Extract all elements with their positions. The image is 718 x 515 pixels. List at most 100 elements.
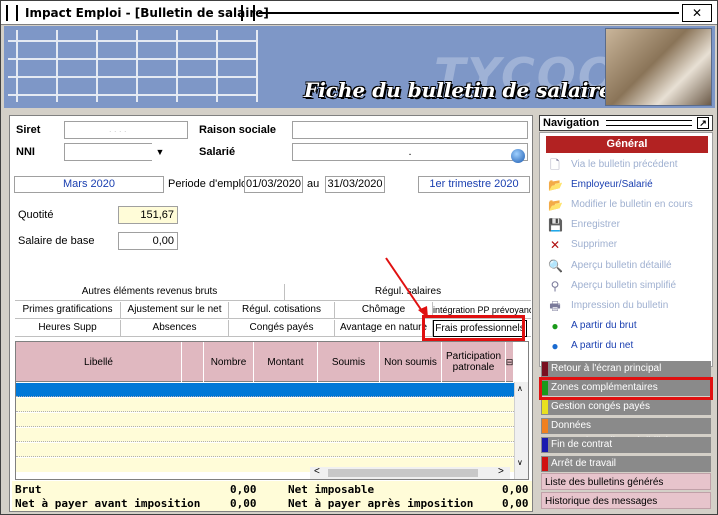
month-field[interactable]: Mars 2020 — [14, 176, 164, 193]
bulletin-form: Siret . . . . Raison sociale NNI ▼ Salar… — [9, 115, 533, 512]
nav-item-1[interactable]: 📂 Employeur/Salarié — [546, 176, 712, 194]
column-chooser-icon[interactable]: ⊟ — [506, 342, 514, 382]
quotite-input[interactable]: 151,67 — [118, 206, 178, 224]
refresh-icon[interactable] — [511, 149, 525, 163]
nav-item-2[interactable]: 📂 Modifier le bulletin en cours — [546, 196, 712, 214]
nav-item-label: Impression du bulletin — [571, 300, 669, 311]
siret-input[interactable]: . . . . — [64, 121, 188, 139]
col-soumis[interactable]: Soumis — [318, 342, 380, 382]
historique-messages-button[interactable]: Historique des messages — [541, 492, 711, 509]
zone-button-2[interactable]: Gestion congés payés — [541, 399, 711, 415]
nav-item-5[interactable]: 🔍 Aperçu bulletin détaillé — [546, 257, 712, 275]
periode-label: Periode d'emploi — [168, 178, 250, 190]
folder-icon: 📂 — [548, 178, 563, 192]
zone-color-bar — [542, 400, 548, 414]
title-bar: Impact Emploi - [Bulletin de salaire] ✕ — [1, 1, 717, 25]
salarie-input[interactable]: . — [292, 143, 528, 161]
tab-conges-payes[interactable]: Congés payés — [229, 320, 335, 337]
scroll-down-icon[interactable]: ∨ — [517, 458, 523, 467]
scroll-left-icon[interactable]: < — [314, 466, 320, 477]
scroll-up-icon[interactable]: ∧ — [517, 384, 523, 393]
vertical-scrollbar[interactable]: ∧ ∨ — [514, 382, 528, 479]
navigation-panel: Navigation ↗ Général 🗋 Via le bulletin pr… — [539, 115, 713, 512]
zone-button-4[interactable]: Fin de contrat — [541, 437, 711, 453]
tab-regul-cotisations[interactable]: Régul. cotisations — [229, 302, 335, 319]
trimestre-field[interactable]: 1er trimestre 2020 — [418, 176, 530, 193]
arrow-annotation — [385, 257, 428, 318]
scroll-right-icon[interactable]: > — [498, 466, 504, 477]
window-title: Impact Emploi - [Bulletin de salaire] — [25, 6, 269, 20]
col-nombre[interactable]: Nombre — [204, 342, 254, 382]
nav-item-label: A partir du net — [571, 340, 634, 351]
nav-item-3[interactable]: 💾 Enregistrer — [546, 216, 712, 234]
table-row[interactable] — [16, 443, 514, 457]
salaire-base-input[interactable]: 0,00 — [118, 232, 178, 250]
date-to-input[interactable]: 31/03/2020 — [325, 176, 385, 193]
col-participation[interactable]: Participation patronale — [442, 342, 506, 382]
liste-bulletins-button[interactable]: Liste des bulletins générés — [541, 473, 711, 490]
horizontal-scrollbar[interactable]: < > — [310, 466, 510, 479]
brut-label: Brut — [15, 483, 42, 496]
tab-absences[interactable]: Absences — [121, 320, 229, 337]
siret-label: Siret — [16, 124, 41, 136]
col-montant[interactable]: Montant — [254, 342, 318, 382]
header-banner: TYCOON Fiche du bulletin de salaire — [4, 26, 715, 108]
tab-row-1: Autres éléments revenus bruts Régul. sal… — [15, 284, 531, 301]
nav-item-label: Supprimer — [571, 239, 618, 250]
delete-icon: ✕ — [549, 238, 561, 252]
net-imposable-value: 0,00 — [502, 483, 529, 496]
nav-item-4[interactable]: ✕ Supprimer — [546, 236, 712, 254]
col-non-soumis[interactable]: Non soumis — [380, 342, 442, 382]
window-grip — [6, 5, 18, 21]
nni-dropdown-icon[interactable]: ▼ — [152, 143, 168, 161]
zone-label: Retour à l'écran principal — [551, 363, 662, 374]
lines-table: Libellé Nombre Montant Soumis Non soumis… — [15, 341, 529, 480]
section-general: Général — [546, 136, 708, 153]
app-window: Impact Emploi - [Bulletin de salaire] ✕ … — [0, 0, 718, 515]
net-imposable-label: Net imposable — [288, 483, 375, 496]
col-blank[interactable] — [182, 342, 204, 382]
nav-item-label: Modifier le bulletin en cours — [571, 199, 693, 210]
raison-sociale-label: Raison sociale — [199, 124, 277, 136]
nav-item-9[interactable]: ● A partir du net — [546, 337, 712, 355]
net-apres-label: Net à payer après imposition — [288, 497, 474, 510]
folder-icon: 📂 — [548, 198, 563, 212]
pin-icon[interactable]: ↗ — [697, 117, 709, 129]
tab-primes[interactable]: Primes gratifications — [15, 302, 121, 319]
save-icon: 💾 — [548, 218, 563, 232]
close-button[interactable]: ✕ — [682, 4, 712, 22]
net-avant-value: 0,00 — [230, 497, 257, 510]
preview-icon: 🔍 — [548, 259, 563, 273]
zone-button-0[interactable]: Retour à l'écran principal — [541, 361, 711, 377]
table-row[interactable] — [16, 413, 514, 427]
table-row[interactable] — [16, 398, 514, 412]
navigation-grip — [606, 120, 692, 126]
col-libelle[interactable]: Libellé — [16, 342, 182, 382]
tab-autres-elements[interactable]: Autres éléments revenus bruts — [15, 284, 285, 301]
zone-label: Gestion congés payés — [551, 401, 650, 412]
printer-icon: 🖶 — [549, 299, 561, 313]
nav-item-7[interactable]: 🖶 Impression du bulletin — [546, 297, 712, 315]
nav-item-6[interactable]: ⚲ Aperçu bulletin simplifié — [546, 277, 712, 295]
salaire-base-label: Salaire de base — [18, 235, 95, 247]
zone-button-5[interactable]: Arrêt de travail — [541, 456, 711, 472]
raison-sociale-input[interactable] — [292, 121, 528, 139]
totals-panel: Brut 0,00 Net imposable 0,00 Net à payer… — [12, 481, 532, 511]
tab-ajustement[interactable]: Ajustement sur le net — [121, 302, 229, 319]
scroll-thumb[interactable] — [328, 469, 478, 477]
title-rule — [259, 12, 679, 14]
table-header: Libellé Nombre Montant Soumis Non soumis… — [16, 342, 514, 382]
nav-item-0[interactable]: 🗋 Via le bulletin précédent — [546, 156, 712, 174]
zone-button-3[interactable]: Données conventionnelles,Pénibilité — [541, 418, 711, 447]
nav-item-8[interactable]: ● A partir du brut — [546, 317, 712, 335]
highlight-box — [422, 315, 525, 341]
table-row[interactable] — [16, 428, 514, 442]
date-from-input[interactable]: 01/03/2020 — [244, 176, 303, 193]
blue-circle-icon: ● — [551, 339, 559, 353]
nav-item-label: Employeur/Salarié — [571, 179, 653, 190]
table-row[interactable] — [16, 383, 514, 397]
tab-avantage-nature[interactable]: Avantage en nature — [335, 320, 433, 337]
brut-value: 0,00 — [230, 483, 257, 496]
tab-heures-supp[interactable]: Heures Supp — [15, 320, 121, 337]
magnifier-icon: ⚲ — [550, 279, 560, 293]
